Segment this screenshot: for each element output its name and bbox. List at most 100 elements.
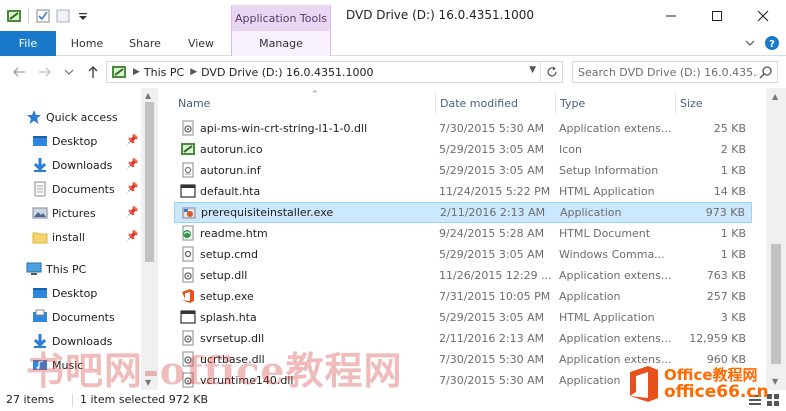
file-name: setup.dll	[200, 269, 248, 282]
navigation-bar: ▶ This PC ▶ DVD Drive (D:) 16.0.4351.100…	[0, 57, 786, 88]
file-date-modified: 2/11/2016 2:13 AM	[439, 332, 545, 345]
status-bar: 27 items 1 item selected 972 KB	[0, 390, 786, 411]
title-bar: Application Tools DVD Drive (D:) 16.0.43…	[0, 0, 786, 31]
breadcrumb-dvd-drive[interactable]: DVD Drive (D:) 16.0.4351.1000	[201, 66, 373, 79]
minimize-button[interactable]	[648, 0, 694, 31]
properties-icon[interactable]	[35, 8, 51, 24]
scroll-down-icon[interactable]: ▼	[772, 377, 778, 386]
file-date-modified: 5/29/2015 3:05 AM	[439, 248, 545, 261]
address-bar[interactable]: ▶ This PC ▶ DVD Drive (D:) 16.0.4351.100…	[106, 61, 563, 83]
tab-home[interactable]: Home	[62, 31, 112, 56]
pin-icon[interactable]: 📌	[126, 231, 138, 242]
breadcrumb-this-pc[interactable]: This PC	[144, 66, 184, 79]
view-switcher	[748, 393, 780, 410]
recent-locations-button[interactable]	[60, 63, 78, 81]
file-name: prerequisiteinstaller.exe	[201, 206, 334, 219]
close-icon	[757, 10, 769, 21]
chevron-down-icon	[64, 69, 74, 75]
column-header-date[interactable]: Date modified	[435, 92, 555, 114]
file-date-modified: 5/29/2015 3:05 AM	[439, 164, 545, 177]
file-size: 763 KB	[706, 269, 746, 282]
minimize-icon	[666, 15, 676, 16]
pin-icon[interactable]: 📌	[126, 135, 138, 146]
file-row[interactable]: readme.htm 9/24/2015 5:28 AM HTML Document…	[174, 223, 752, 244]
file-date-modified: 7/30/2015 5:30 AM	[439, 122, 545, 135]
details-view-icon[interactable]	[748, 393, 762, 410]
scroll-up-icon[interactable]: ▲	[772, 92, 778, 101]
app-icon[interactable]	[6, 8, 22, 24]
scroll-up-icon[interactable]: ▲	[145, 91, 151, 100]
pin-icon[interactable]: 📌	[126, 159, 138, 170]
file-type: HTML Document	[559, 227, 651, 240]
file-name: splash.hta	[200, 311, 257, 324]
file-size: 2 KB	[720, 143, 746, 156]
column-header-name[interactable]: ⌃ Name	[174, 90, 436, 114]
svg-text:?: ?	[769, 39, 775, 50]
sort-ascending-icon: ⌃	[311, 90, 319, 100]
close-button[interactable]	[740, 0, 786, 31]
column-header-type[interactable]: Type	[555, 92, 675, 114]
desktop-folder-icon	[32, 285, 48, 301]
file-type: Application extens...	[559, 269, 671, 282]
tab-share[interactable]: Share	[118, 31, 172, 56]
up-button[interactable]	[84, 63, 102, 81]
search-icon[interactable]	[759, 65, 773, 82]
file-list-scroll-thumb[interactable]	[771, 244, 781, 364]
file-size: 25 KB	[713, 122, 746, 135]
maximize-button[interactable]	[694, 0, 740, 31]
window-controls	[648, 0, 786, 31]
file-row[interactable]: autorun.inf 5/29/2015 3:05 AM Setup Inform…	[174, 160, 752, 181]
breadcrumb-separator-icon[interactable]: ▶	[190, 67, 197, 77]
large-icons-view-icon[interactable]	[766, 393, 780, 410]
file-type: Application	[559, 374, 621, 387]
column-header-size[interactable]: Size	[675, 92, 752, 114]
file-row[interactable]: default.hta 11/24/2015 5:22 PM HTML Applic…	[174, 181, 752, 202]
file-row[interactable]: setup.dll 11/26/2015 12:29 ... Application…	[174, 265, 752, 286]
file-row[interactable]: ucrtbase.dll 7/30/2015 5:30 AM Application…	[174, 349, 752, 370]
drive-icon	[111, 64, 127, 80]
forward-button[interactable]	[36, 63, 54, 81]
inf-file-icon	[180, 162, 196, 178]
tab-view[interactable]: View	[178, 31, 224, 56]
file-row[interactable]: setup.cmd 5/29/2015 3:05 AM Windows Comma.…	[174, 244, 752, 265]
file-type: Application	[560, 206, 622, 219]
installer-exe-icon	[181, 205, 197, 221]
dll-file-icon	[180, 267, 196, 283]
search-box[interactable]	[572, 61, 778, 83]
file-row[interactable]: prerequisiteinstaller.exe 2/11/2016 2:13 …	[174, 202, 752, 223]
help-icon[interactable]: ?	[764, 35, 780, 54]
dll-file-icon	[180, 120, 196, 136]
new-folder-icon[interactable]	[55, 8, 71, 24]
tab-manage[interactable]: Manage	[231, 31, 331, 56]
documents-icon	[32, 181, 48, 197]
nav-pane-scrollbar[interactable]: ▲ ▼	[141, 88, 158, 390]
address-history-icon[interactable]: ▼	[529, 65, 536, 75]
contextual-tab-group: Application Tools	[231, 5, 331, 31]
customize-toolbar-icon[interactable]	[75, 8, 91, 24]
file-row[interactable]: autorun.ico 5/29/2015 3:05 AM Icon 2 KB	[174, 139, 752, 160]
file-type: HTML Application	[559, 185, 655, 198]
breadcrumb-separator-icon[interactable]: ▶	[133, 67, 140, 77]
toolbar-divider	[28, 8, 29, 24]
file-name: setup.cmd	[200, 248, 259, 261]
expand-ribbon-icon[interactable]	[744, 37, 756, 52]
file-type: HTML Application	[559, 311, 655, 324]
search-input[interactable]	[578, 63, 758, 81]
file-name: setup.exe	[200, 290, 254, 303]
file-row[interactable]: vcruntime140.dll 7/30/2015 5:30 AM Applica…	[174, 370, 752, 391]
file-list-scrollbar[interactable]: ▲ ▼	[766, 88, 786, 390]
file-row[interactable]: svrsetup.dll 2/11/2016 2:13 AM Application…	[174, 328, 752, 349]
refresh-button[interactable]	[540, 62, 562, 82]
file-row[interactable]: splash.hta 5/29/2015 3:05 AM HTML Applicat…	[174, 307, 752, 328]
scroll-down-icon[interactable]: ▼	[145, 378, 151, 387]
tab-file[interactable]: File	[0, 31, 56, 56]
dll-file-icon	[180, 351, 196, 367]
window-title: DVD Drive (D:) 16.0.4351.1000	[346, 8, 534, 22]
pin-icon[interactable]: 📌	[126, 183, 138, 194]
nav-pane-scroll-thumb[interactable]	[145, 102, 154, 262]
back-button[interactable]	[10, 63, 28, 81]
pin-icon[interactable]: 📌	[126, 207, 138, 218]
downloads-icon	[32, 333, 48, 349]
file-row[interactable]: setup.exe 7/31/2015 10:05 PM Application 25…	[174, 286, 752, 307]
file-row[interactable]: api-ms-win-crt-string-l1-1-0.dll 7/30/201…	[174, 118, 752, 139]
